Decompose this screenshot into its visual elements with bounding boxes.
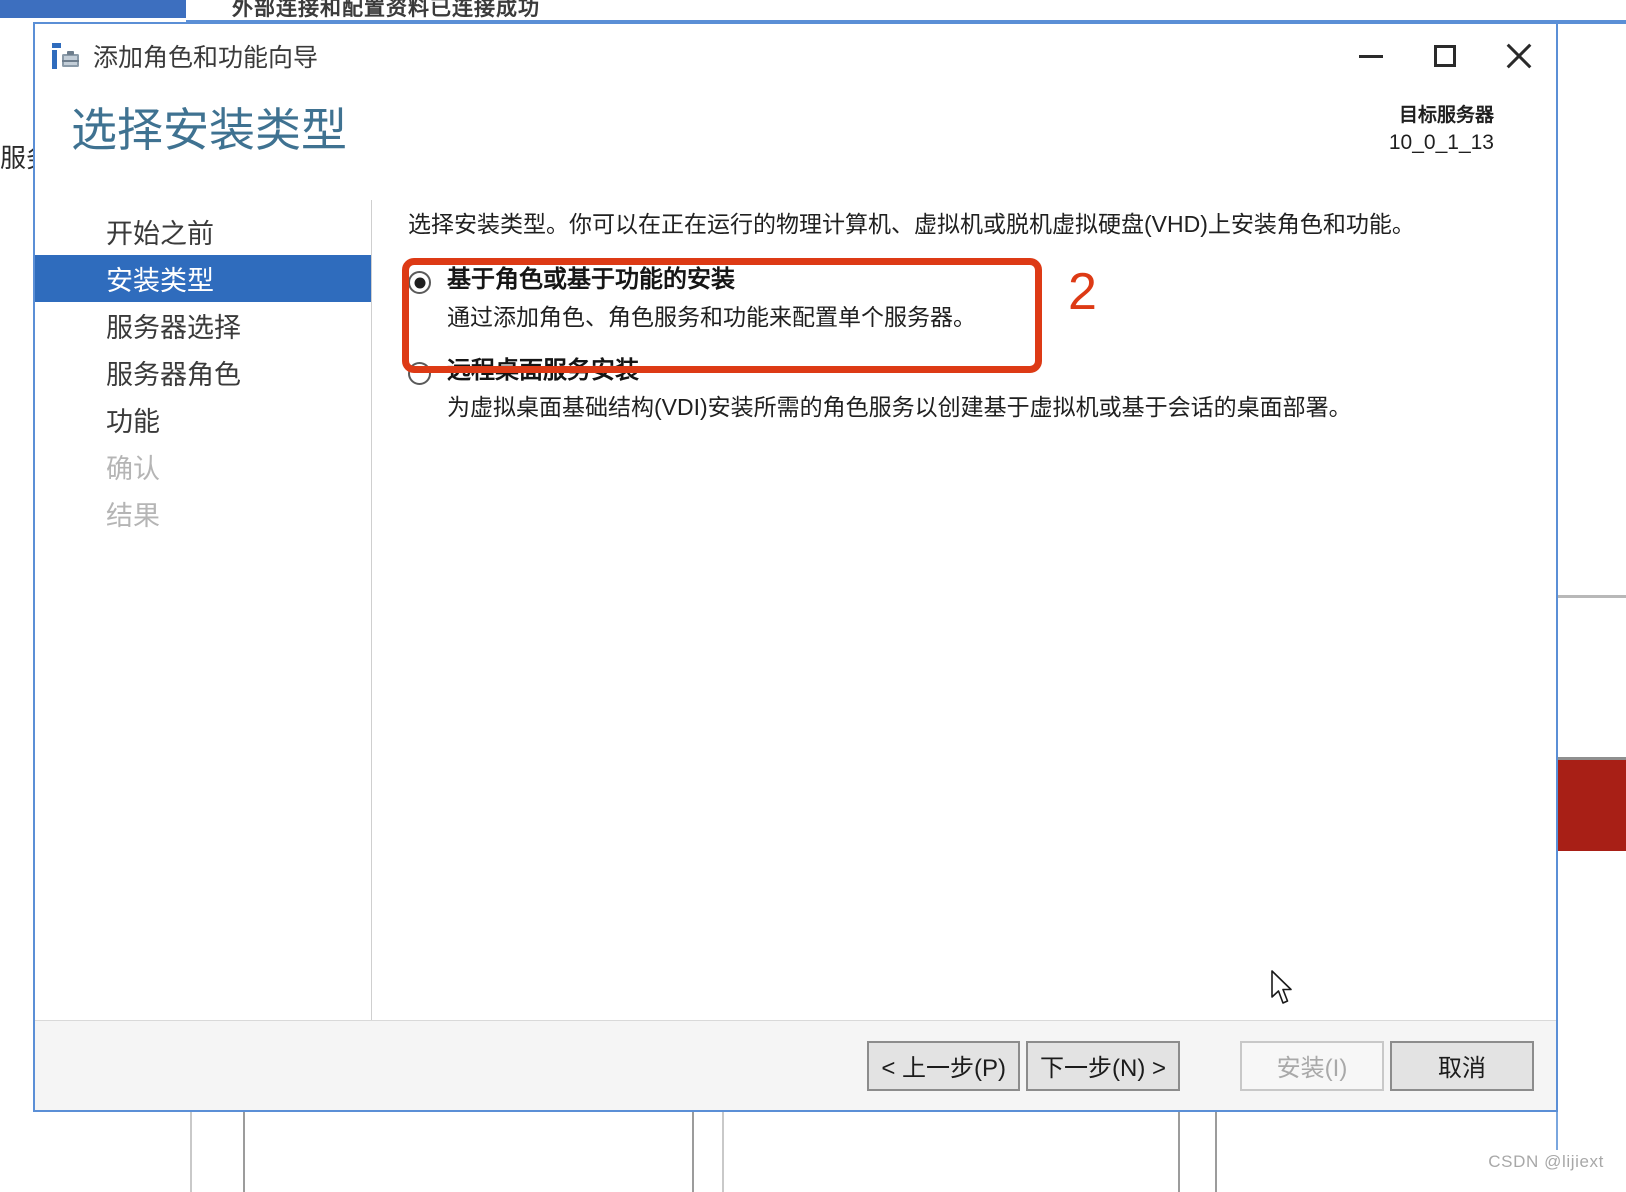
background-top-blue-bar xyxy=(0,0,186,18)
background-column-line xyxy=(190,1112,192,1192)
background-red-block xyxy=(1558,757,1626,851)
nav-item-server-selection[interactable]: 服务器选择 xyxy=(35,302,371,349)
watermark: CSDN @lijiext xyxy=(1488,1152,1604,1171)
installation-type-content: 选择安装类型。你可以在正在运行的物理计算机、虚拟机或脱机虚拟硬盘(VHD)上安装… xyxy=(372,200,1556,1020)
background-column-line xyxy=(1178,1112,1180,1192)
nav-item-label: 开始之前 xyxy=(106,219,214,249)
nav-item-before-you-begin[interactable]: 开始之前 xyxy=(35,208,371,255)
cancel-button[interactable]: 取消 xyxy=(1390,1040,1534,1091)
nav-item-label: 服务器角色 xyxy=(106,360,241,390)
previous-button[interactable]: < 上一步(P) xyxy=(867,1040,1020,1091)
window-controls xyxy=(1334,24,1556,88)
nav-item-label: 确认 xyxy=(106,454,160,484)
wizard-step-nav: 开始之前 安装类型 服务器选择 服务器角色 功能 确认 结果 xyxy=(35,200,372,1020)
radio-role-or-feature-based-icon[interactable] xyxy=(408,271,431,295)
title-bar: 添加角色和功能向导 xyxy=(35,24,1556,88)
option-texts: 基于角色或基于功能的安装 通过添加角色、角色服务和功能来配置单个服务器。 xyxy=(447,264,976,332)
dialog-footer: < 上一步(P) 下一步(N) > 安装(I) 取消 xyxy=(35,1020,1556,1110)
nav-item-installation-type[interactable]: 安装类型 xyxy=(35,255,371,302)
nav-item-label: 安装类型 xyxy=(106,266,214,296)
option-description: 为虚拟桌面基础结构(VDI)安装所需的角色服务以创建基于虚拟机或基于会话的桌面部… xyxy=(447,393,1352,420)
option-title: 远程桌面服务安装 xyxy=(447,356,639,384)
nav-item-confirmation: 确认 xyxy=(35,443,371,490)
target-server-info: 目标服务器 10_0_1_13 xyxy=(1389,88,1494,156)
dialog-body: 开始之前 安装类型 服务器选择 服务器角色 功能 确认 结果 选择安装类型。你可… xyxy=(35,200,1556,1020)
option-remote-desktop-services[interactable]: 远程桌面服务安装 为虚拟桌面基础结构(VDI)安装所需的角色服务以创建基于虚拟机… xyxy=(408,355,1516,423)
background-column-line xyxy=(1215,1112,1217,1192)
radio-remote-desktop-services-icon[interactable] xyxy=(408,361,431,385)
nav-item-label: 结果 xyxy=(106,501,160,531)
install-button: 安装(I) xyxy=(1240,1040,1384,1091)
close-button[interactable] xyxy=(1482,24,1556,88)
minimize-button[interactable] xyxy=(1334,24,1408,88)
option-role-or-feature-based[interactable]: 基于角色或基于功能的安装 通过添加角色、角色服务和功能来配置单个服务器。 xyxy=(408,264,1516,332)
target-server-label: 目标服务器 xyxy=(1398,105,1494,126)
maximize-button[interactable] xyxy=(1408,24,1482,88)
content-description: 选择安装类型。你可以在正在运行的物理计算机、虚拟机或脱机虚拟硬盘(VHD)上安装… xyxy=(408,211,1415,237)
maximize-icon xyxy=(1434,45,1456,67)
close-icon xyxy=(1506,43,1532,69)
nav-item-results: 结果 xyxy=(35,490,371,537)
background-right-divider xyxy=(1558,595,1626,598)
background-column-line xyxy=(243,1112,245,1192)
dialog-header: 选择安装类型 目标服务器 10_0_1_13 xyxy=(35,88,1556,200)
server-wizard-icon xyxy=(51,41,81,71)
window-title: 添加角色和功能向导 xyxy=(93,44,319,72)
background-clipped-heading: 外部连接和配置资料已连接成功 xyxy=(232,0,540,20)
background-left-panel xyxy=(0,22,35,1112)
nav-item-features[interactable]: 功能 xyxy=(35,396,371,443)
nav-item-server-roles[interactable]: 服务器角色 xyxy=(35,349,371,396)
add-roles-and-features-wizard-dialog: 添加角色和功能向导 选择安装类型 目标服务器 10_0_1_13 开始之前 安装… xyxy=(33,22,1558,1112)
nav-item-label: 服务器选择 xyxy=(106,313,241,343)
background-column-line xyxy=(722,1112,724,1192)
option-description: 通过添加角色、角色服务和功能来配置单个服务器。 xyxy=(447,303,976,330)
option-texts: 远程桌面服务安装 为虚拟桌面基础结构(VDI)安装所需的角色服务以创建基于虚拟机… xyxy=(447,355,1352,423)
option-title: 基于角色或基于功能的安装 xyxy=(447,266,735,294)
nav-item-label: 功能 xyxy=(106,407,160,437)
target-server-value: 10_0_1_13 xyxy=(1388,130,1494,154)
next-button[interactable]: 下一步(N) > xyxy=(1026,1040,1180,1091)
installation-type-radio-group: 基于角色或基于功能的安装 通过添加角色、角色服务和功能来配置单个服务器。 远程桌… xyxy=(408,264,1516,422)
minimize-icon xyxy=(1359,54,1383,58)
page-title: 选择安装类型 xyxy=(71,104,347,156)
background-column-line xyxy=(692,1112,694,1192)
